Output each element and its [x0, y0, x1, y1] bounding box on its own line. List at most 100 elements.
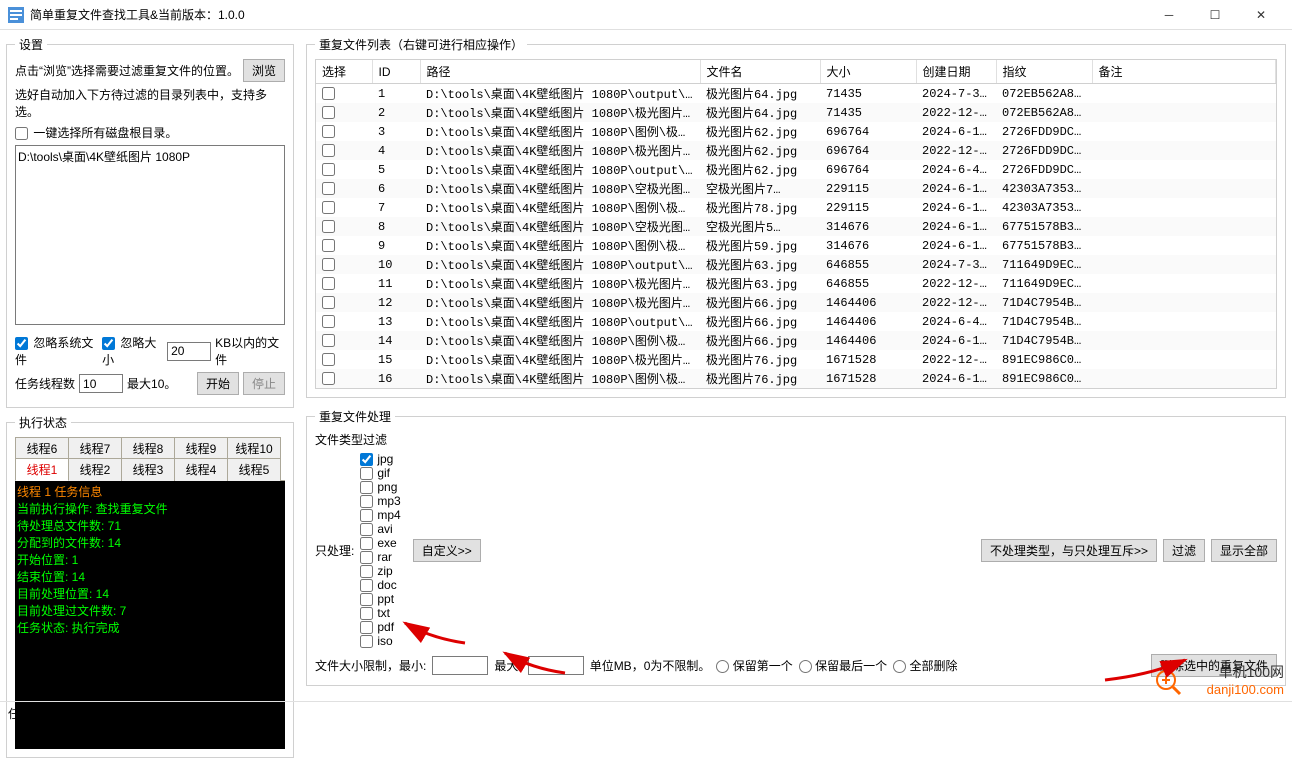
- thread-tab[interactable]: 线程2: [68, 458, 122, 481]
- col-select[interactable]: 选择: [316, 60, 372, 84]
- maximize-button[interactable]: ☐: [1192, 0, 1238, 30]
- stop-button[interactable]: 停止: [243, 372, 285, 395]
- table-row[interactable]: 1 D:\tools\桌面\4K壁纸图片 1080P\output\极光图… 极…: [316, 84, 1276, 104]
- row-checkbox[interactable]: [322, 163, 335, 176]
- table-row[interactable]: 5 D:\tools\桌面\4K壁纸图片 1080P\output\极光图… 极…: [316, 160, 1276, 179]
- table-row[interactable]: 13 D:\tools\桌面\4K壁纸图片 1080P\output\极光图… …: [316, 312, 1276, 331]
- thread-tab[interactable]: 线程7: [68, 437, 122, 459]
- thread-tab[interactable]: 线程5: [227, 458, 281, 481]
- ignore-size-checkbox[interactable]: 忽略大小: [102, 334, 163, 368]
- row-checkbox[interactable]: [322, 182, 335, 195]
- filetype-checkbox-zip[interactable]: zip: [360, 564, 400, 578]
- filetype-checkbox-jpg[interactable]: jpg: [360, 452, 400, 466]
- show-all-button[interactable]: 显示全部: [1211, 539, 1277, 562]
- window-title: 简单重复文件查找工具&当前版本：1.0.0: [30, 6, 1146, 23]
- thread-tab[interactable]: 线程3: [121, 458, 175, 481]
- table-row[interactable]: 17 D:\tools\桌面\4K壁纸图片 1080P\图例\极光图片6… 极光…: [316, 388, 1276, 389]
- filter-label: 文件类型过滤: [315, 431, 1277, 448]
- table-row[interactable]: 8 D:\tools\桌面\4K壁纸图片 1080P\空极光图片59.jpg 空…: [316, 217, 1276, 236]
- close-button[interactable]: ✕: [1238, 0, 1284, 30]
- row-checkbox[interactable]: [322, 87, 335, 100]
- table-row[interactable]: 15 D:\tools\桌面\4K壁纸图片 1080P\极光图片76.jpg 极…: [316, 350, 1276, 369]
- row-checkbox[interactable]: [322, 258, 335, 271]
- duplicate-files-table[interactable]: 选择 ID 路径 文件名 大小 创建日期 指纹 备注 1 D:\tools\桌面…: [316, 60, 1276, 389]
- table-row[interactable]: 14 D:\tools\桌面\4K壁纸图片 1080P\图例\极光图片6… 极光…: [316, 331, 1276, 350]
- exec-legend: 执行状态: [15, 414, 71, 431]
- filetype-checkbox-ppt[interactable]: ppt: [360, 592, 400, 606]
- exclude-types-button[interactable]: 不处理类型，与只处理互斥>>: [981, 539, 1157, 562]
- table-row[interactable]: 9 D:\tools\桌面\4K壁纸图片 1080P\图例\极光图片5… 极光图…: [316, 236, 1276, 255]
- custom-types-button[interactable]: 自定义>>: [413, 539, 481, 562]
- filetype-checkbox-exe[interactable]: exe: [360, 536, 400, 550]
- settings-legend: 设置: [15, 36, 47, 53]
- row-checkbox[interactable]: [322, 334, 335, 347]
- row-checkbox[interactable]: [322, 220, 335, 233]
- row-checkbox[interactable]: [322, 277, 335, 290]
- table-row[interactable]: 2 D:\tools\桌面\4K壁纸图片 1080P\极光图片64.jpg 极光…: [316, 103, 1276, 122]
- filetype-checkbox-rar[interactable]: rar: [360, 550, 400, 564]
- threads-label: 任务线程数: [15, 375, 75, 392]
- delete-all-radio[interactable]: 全部删除: [893, 657, 957, 674]
- minimize-button[interactable]: ─: [1146, 0, 1192, 30]
- filetype-checkbox-mp3[interactable]: mp3: [360, 494, 400, 508]
- row-checkbox[interactable]: [322, 372, 335, 385]
- row-checkbox[interactable]: [322, 106, 335, 119]
- row-checkbox[interactable]: [322, 144, 335, 157]
- start-button[interactable]: 开始: [197, 372, 239, 395]
- size-min-input[interactable]: [432, 656, 488, 675]
- table-row[interactable]: 4 D:\tools\桌面\4K壁纸图片 1080P\极光图片62.jpg 极光…: [316, 141, 1276, 160]
- col-fp[interactable]: 指纹: [996, 60, 1092, 84]
- select-all-drives-checkbox[interactable]: 一键选择所有磁盘根目录。: [15, 124, 177, 141]
- thread-tab[interactable]: 线程9: [174, 437, 228, 459]
- filetype-checkbox-pdf[interactable]: pdf: [360, 620, 400, 634]
- col-size[interactable]: 大小: [820, 60, 916, 84]
- ignore-size-suffix: KB以内的文件: [215, 334, 285, 368]
- filetype-checkbox-png[interactable]: png: [360, 480, 400, 494]
- ignore-size-input[interactable]: [167, 342, 211, 361]
- watermark: 单机100网 danji100.com: [1207, 662, 1284, 697]
- table-row[interactable]: 6 D:\tools\桌面\4K壁纸图片 1080P\空极光图片78.jpg 空…: [316, 179, 1276, 198]
- col-name[interactable]: 文件名: [700, 60, 820, 84]
- filetype-checkbox-gif[interactable]: gif: [360, 466, 400, 480]
- ignore-system-checkbox[interactable]: 忽略系统文件: [15, 334, 98, 368]
- thread-tab[interactable]: 线程4: [174, 458, 228, 481]
- col-date[interactable]: 创建日期: [916, 60, 996, 84]
- table-row[interactable]: 11 D:\tools\桌面\4K壁纸图片 1080P\极光图片63.jpg 极…: [316, 274, 1276, 293]
- row-checkbox[interactable]: [322, 201, 335, 214]
- keep-last-radio[interactable]: 保留最后一个: [799, 657, 887, 674]
- browse-button[interactable]: 浏览: [243, 59, 285, 82]
- table-row[interactable]: 16 D:\tools\桌面\4K壁纸图片 1080P\图例\极光图片7… 极光…: [316, 369, 1276, 388]
- col-note[interactable]: 备注: [1092, 60, 1276, 84]
- filetype-checkbox-doc[interactable]: doc: [360, 578, 400, 592]
- threads-input[interactable]: [79, 374, 123, 393]
- filetype-checkbox-txt[interactable]: txt: [360, 606, 400, 620]
- filetype-checkbox-iso[interactable]: iso: [360, 634, 400, 648]
- col-id[interactable]: ID: [372, 60, 420, 84]
- thread-tab[interactable]: 线程8: [121, 437, 175, 459]
- thread-tab[interactable]: 线程1: [15, 458, 69, 481]
- paths-textarea[interactable]: D:\tools\桌面\4K壁纸图片 1080P: [15, 145, 285, 325]
- process-group: 重复文件处理 文件类型过滤 只处理: jpg gif png mp3 mp4 a…: [306, 408, 1286, 686]
- filter-button[interactable]: 过滤: [1163, 539, 1205, 562]
- table-row[interactable]: 12 D:\tools\桌面\4K壁纸图片 1080P\极光图片66.jpg 极…: [316, 293, 1276, 312]
- size-min-label: 文件大小限制，最小:: [315, 657, 426, 674]
- table-row[interactable]: 3 D:\tools\桌面\4K壁纸图片 1080P\图例\极光图片6… 极光图…: [316, 122, 1276, 141]
- filetype-checkbox-mp4[interactable]: mp4: [360, 508, 400, 522]
- row-checkbox[interactable]: [322, 125, 335, 138]
- row-checkbox[interactable]: [322, 296, 335, 309]
- hint-multi: 选好自动加入下方待过滤的目录列表中，支持多选。: [15, 86, 285, 120]
- row-checkbox[interactable]: [322, 315, 335, 328]
- keep-first-radio[interactable]: 保留第一个: [716, 657, 792, 674]
- size-max-input[interactable]: [528, 656, 584, 675]
- status-text: 任务执行完成。: [8, 707, 92, 721]
- file-list-legend: 重复文件列表（右键可进行相应操作）: [315, 36, 527, 53]
- table-row[interactable]: 10 D:\tools\桌面\4K壁纸图片 1080P\output\极光图… …: [316, 255, 1276, 274]
- row-checkbox[interactable]: [322, 239, 335, 252]
- row-checkbox[interactable]: [322, 353, 335, 366]
- magnifier-icon: [1154, 668, 1182, 699]
- table-row[interactable]: 7 D:\tools\桌面\4K壁纸图片 1080P\图例\极光图片7… 极光图…: [316, 198, 1276, 217]
- thread-tab[interactable]: 线程10: [227, 437, 281, 459]
- thread-tab[interactable]: 线程6: [15, 437, 69, 459]
- col-path[interactable]: 路径: [420, 60, 700, 84]
- filetype-checkbox-avi[interactable]: avi: [360, 522, 400, 536]
